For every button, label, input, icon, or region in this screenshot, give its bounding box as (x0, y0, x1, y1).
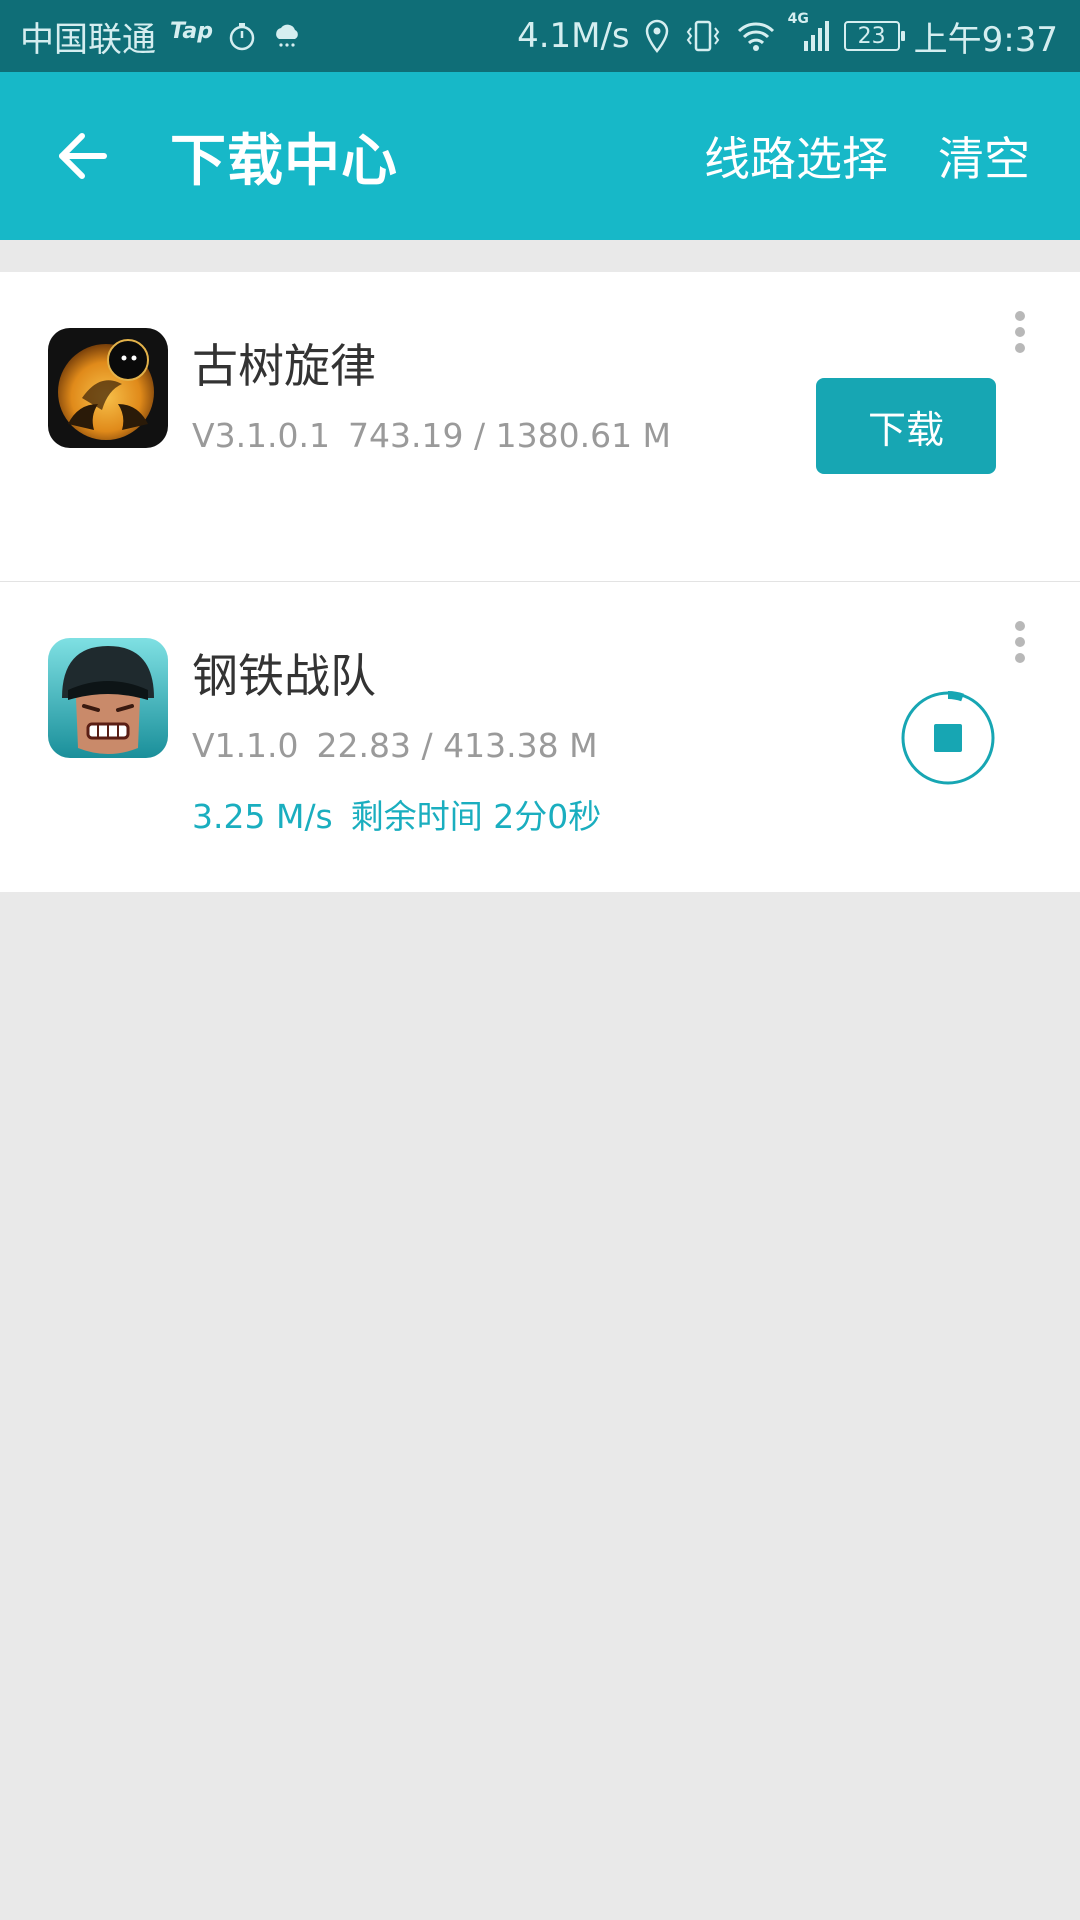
status-bar: 中国联通 Tap 4.1M/s 4G 23 上午9:37 (0, 0, 1080, 72)
progress-arc (947, 691, 964, 702)
cellular-signal-icon: 4G (788, 11, 830, 53)
app-meta: V1.1.0 22.83 / 413.38 M (192, 726, 598, 765)
more-vert-icon (1015, 621, 1025, 631)
clear-button[interactable]: 清空 (938, 123, 1030, 189)
stop-icon (934, 724, 962, 752)
arrow-left-icon (59, 133, 107, 179)
vibrate-icon (684, 19, 722, 53)
route-select-button[interactable]: 线路选择 (704, 123, 888, 189)
tap-notification-icon: Tap (170, 18, 213, 44)
app-version: V1.1.0 (192, 726, 299, 765)
app-version: V3.1.0.1 (192, 416, 331, 455)
battery-icon: 23 (843, 21, 905, 51)
app-meta: V3.1.0.1 743.19 / 1380.61 M (192, 416, 671, 455)
more-options-button[interactable] (1000, 612, 1040, 672)
back-button[interactable] (0, 72, 170, 240)
app-icon-ancient-tree (48, 328, 168, 448)
wifi-icon (736, 19, 776, 53)
more-options-button[interactable] (1000, 302, 1040, 362)
more-vert-icon (1015, 311, 1025, 321)
app-size: 22.83 / 413.38 M (316, 726, 598, 765)
progress-ring (901, 691, 995, 785)
app-bar: 下载中心 线路选择 清空 (0, 72, 1080, 240)
download-status: 3.25 M/s 剩余时间 2分0秒 (192, 790, 601, 838)
clock-label: 上午9:37 (913, 19, 1058, 60)
app-size: 743.19 / 1380.61 M (348, 416, 672, 455)
app-name: 古树旋律 (192, 339, 376, 393)
page-title: 下载中心 (170, 128, 398, 194)
remaining-time: 剩余时间 2分0秒 (350, 797, 602, 836)
net-speed-label: 4.1M/s (517, 16, 630, 56)
download-item[interactable]: 钢铁战队 V1.1.0 22.83 / 413.38 M 3.25 M/s 剩余时间… (0, 582, 1080, 892)
battery-level: 23 (857, 23, 886, 49)
download-list: 古树旋律 V3.1.0.1 743.19 / 1380.61 M 下载 钢铁战队… (0, 272, 1080, 892)
carrier-label: 中国联通 (20, 19, 156, 60)
app-name: 钢铁战队 (192, 649, 376, 703)
download-speed: 3.25 M/s (192, 797, 333, 836)
stopwatch-icon (227, 21, 257, 51)
stop-download-button[interactable] (900, 690, 996, 786)
location-icon (644, 19, 670, 53)
cloud-rain-icon (271, 21, 303, 51)
network-type-label: 4G (787, 11, 809, 27)
download-button[interactable]: 下载 (816, 378, 996, 474)
app-icon-iron-squad (48, 638, 168, 758)
download-item[interactable]: 古树旋律 V3.1.0.1 743.19 / 1380.61 M 下载 (0, 272, 1080, 582)
